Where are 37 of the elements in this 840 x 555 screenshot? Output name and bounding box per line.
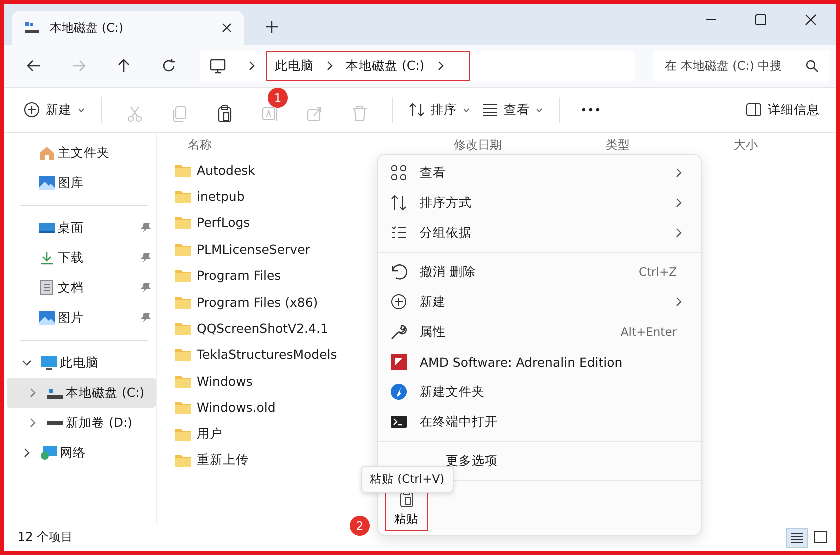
sidebar-label: 主文件夹 — [58, 144, 110, 162]
menu-label: 排序方式 — [420, 194, 472, 212]
sidebar-label: 文档 — [58, 280, 84, 296]
tooltip: 粘贴 (Ctrl+V) — [361, 466, 454, 493]
annotation-badge: 2 — [350, 516, 370, 536]
file-name: Program Files — [197, 268, 282, 284]
sidebar-label: 图库 — [58, 174, 84, 192]
menu-label: AMD Software: Adrenalin Edition — [420, 354, 623, 370]
sidebar-label: 图片 — [58, 310, 84, 326]
sidebar-label: 网络 — [60, 444, 86, 462]
sidebar-label: 此电脑 — [60, 354, 99, 372]
menu-label: 在终端中打开 — [420, 414, 498, 430]
menu-label: 查看 — [420, 164, 446, 182]
file-name: PerfLogs — [197, 215, 250, 230]
menu-label: 新建 — [420, 294, 446, 310]
menu-label: 撤消 删除 — [420, 264, 476, 280]
shortcut-label: Alt+Enter — [620, 325, 677, 339]
file-name: Windows — [197, 374, 253, 389]
file-name: PLMLicenseServer — [197, 242, 310, 257]
file-name: 用户 — [197, 426, 223, 443]
menu-label: 新建文件夹 — [420, 384, 485, 400]
shortcut-label: Ctrl+Z — [639, 265, 677, 279]
sidebar-label: 下载 — [58, 250, 84, 266]
file-name: inetpub — [197, 189, 245, 204]
file-name: Windows.old — [197, 400, 276, 416]
sidebar-label: 本地磁盘 (C:) — [66, 384, 145, 402]
menu-label: 属性 — [420, 324, 446, 340]
sidebar-label: 桌面 — [58, 220, 84, 236]
file-name: Autodesk — [197, 162, 256, 178]
tab-title: 本地磁盘 (C:) — [50, 20, 124, 36]
sidebar-label: 新加卷 (D:) — [66, 414, 133, 432]
menu-label: 分组依据 — [420, 224, 472, 242]
file-name: TeklaStructuresModels — [197, 347, 338, 362]
file-name: Program Files (x86) — [197, 294, 318, 310]
file-name: QQScreenShotV2.4.1 — [197, 321, 328, 336]
item-count: 12 个项目 — [18, 529, 74, 546]
file-name: 重新上传 — [197, 452, 249, 469]
